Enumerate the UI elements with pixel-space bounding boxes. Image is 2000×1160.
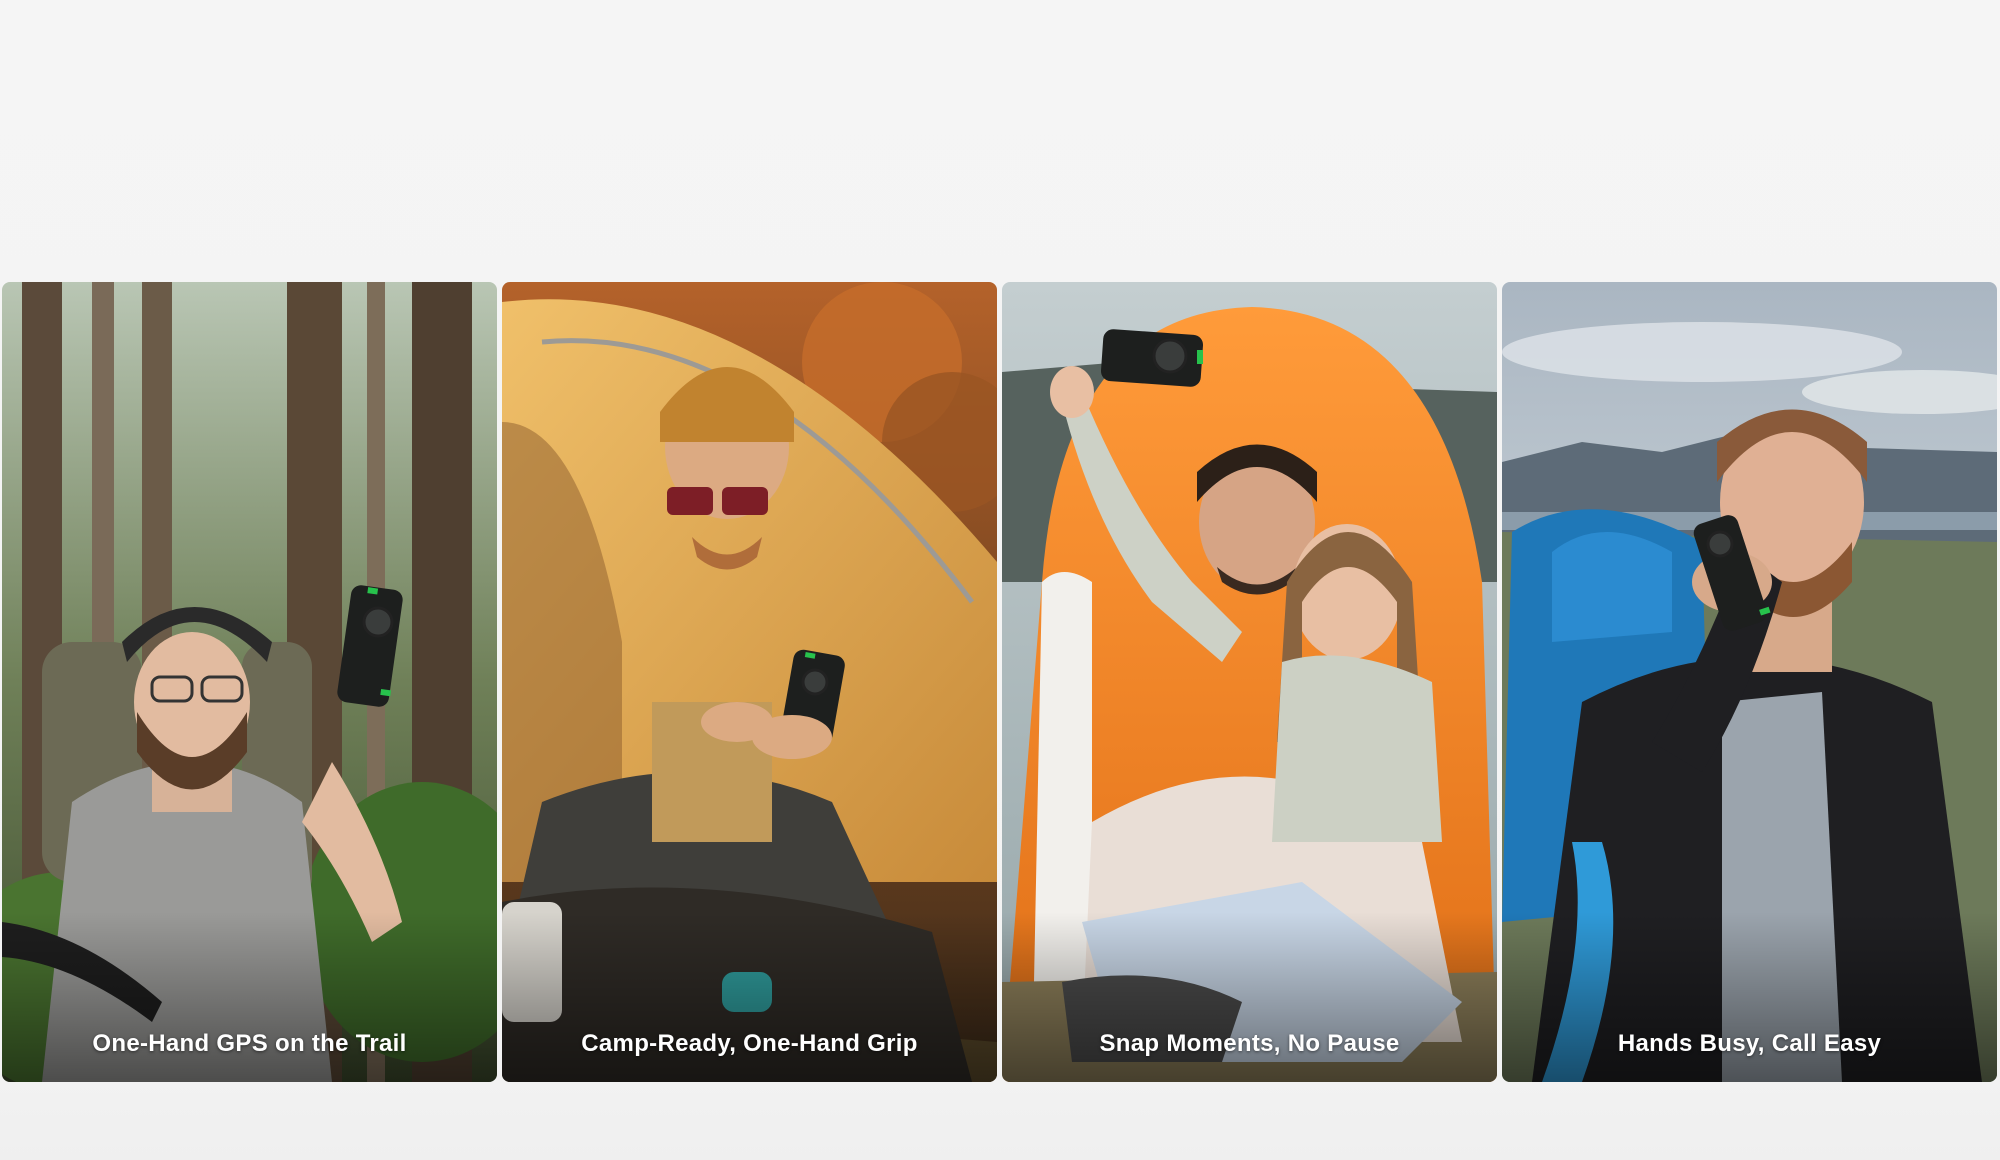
scenario-card-call-easy[interactable]: Hands Busy, Call Easy [1502,282,1997,1082]
card-caption: Snap Moments, No Pause [1099,1030,1400,1057]
scenario-card-camp-grip[interactable]: Camp-Ready, One-Hand Grip [502,282,997,1082]
scenario-cards: One-Hand GPS on the Trail Camp-Ready, On… [2,282,1998,1082]
card-caption: Hands Busy, Call Easy [1617,1030,1882,1057]
scenario-card-snap-moments[interactable]: Snap Moments, No Pause [1002,282,1497,1082]
scenario-card-gps-trail[interactable]: One-Hand GPS on the Trail [2,282,497,1082]
card-caption: One-Hand GPS on the Trail [92,1030,407,1057]
lifestyle-gallery-page: One-Hand GPS on the Trail Camp-Ready, On… [0,0,2000,1160]
card-caption: Camp-Ready, One-Hand Grip [581,1030,918,1057]
